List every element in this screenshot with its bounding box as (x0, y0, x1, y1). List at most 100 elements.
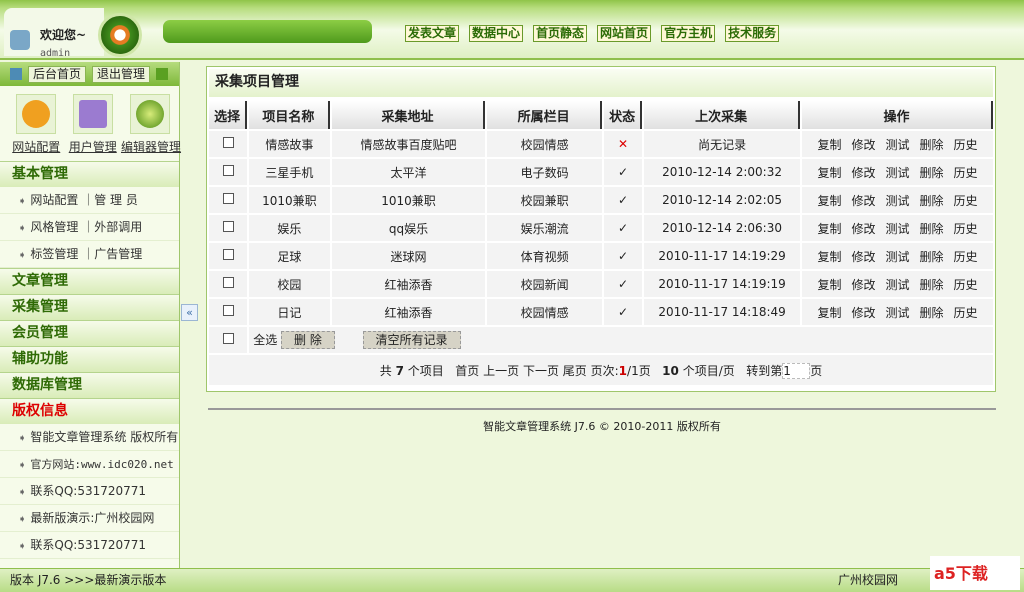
arrow-icon: ➧ (18, 541, 27, 552)
op-link[interactable]: 复制 (817, 222, 841, 236)
user-manage-link[interactable]: 用户管理 (69, 140, 117, 154)
op-link[interactable]: 复制 (817, 194, 841, 208)
nav-site-home[interactable]: 网站首页 (597, 25, 652, 42)
op-link[interactable]: 测试 (885, 250, 909, 264)
admin-home-button[interactable]: 后台首页 (28, 65, 87, 83)
menu-item[interactable]: ➧ 网站配置 ｜管 理 员 (0, 187, 179, 214)
select-all-checkbox[interactable] (222, 333, 234, 344)
op-link[interactable]: 测试 (885, 306, 909, 320)
nav-data-center[interactable]: 数据中心 (469, 25, 524, 42)
op-link[interactable]: 测试 (885, 166, 909, 180)
row-checkbox[interactable] (222, 165, 234, 176)
op-link[interactable]: 删除 (919, 250, 943, 264)
op-link[interactable]: 删除 (919, 278, 943, 292)
top-nav: 发表文章 数据中心 首页静态 网站首页 官方主机 技术服务 (405, 25, 780, 42)
op-link[interactable]: 历史 (954, 166, 978, 180)
section-copyright[interactable]: 版权信息 (0, 398, 179, 424)
delete-button[interactable]: 删 除 (281, 331, 335, 349)
section-collect[interactable]: 采集管理 (0, 294, 179, 320)
version-text[interactable]: 版本 J7.6 >>>最新演示版本 (10, 569, 166, 591)
next-page-link[interactable]: 下一页 (523, 364, 559, 378)
logout-button[interactable]: 退出管理 (92, 65, 151, 83)
last-collect: 2010-11-17 14:19:19 (644, 271, 800, 297)
goto-page-input[interactable]: 1 (782, 362, 811, 379)
op-link[interactable]: 复制 (817, 166, 841, 180)
op-link[interactable]: 修改 (851, 166, 875, 180)
op-link[interactable]: 测试 (885, 194, 909, 208)
user-manage-shortcut[interactable]: 用户管理 (65, 94, 122, 155)
op-link[interactable]: 历史 (954, 138, 978, 152)
help-link[interactable]: 广州校园网 (838, 569, 898, 591)
op-link[interactable]: 历史 (954, 306, 978, 320)
op-link[interactable]: 修改 (851, 250, 875, 264)
op-link[interactable]: 历史 (954, 278, 978, 292)
collect-url: 太平洋 (331, 159, 486, 185)
site-config-shortcut[interactable]: 网站配置 (8, 94, 65, 155)
nav-tech-service[interactable]: 技术服务 (725, 25, 780, 42)
nav-official-host[interactable]: 官方主机 (661, 25, 716, 42)
category: 校园情感 (487, 131, 602, 157)
pager-text: 个项目 (407, 363, 444, 378)
menu-label[interactable]: 标签管理 ｜广告管理 (30, 247, 142, 261)
op-link[interactable]: 删除 (919, 222, 943, 236)
row-checkbox[interactable] (222, 193, 234, 204)
op-link[interactable]: 测试 (885, 138, 909, 152)
op-link[interactable]: 复制 (817, 138, 841, 152)
op-link[interactable]: 复制 (817, 278, 841, 292)
clear-records-button[interactable]: 清空所有记录 (362, 331, 461, 349)
section-database[interactable]: 数据库管理 (0, 372, 179, 398)
op-link[interactable]: 复制 (817, 306, 841, 320)
collapse-sidebar-button[interactable]: « (181, 304, 198, 321)
column-header: 上次采集 (644, 101, 800, 129)
current-page: 1 (618, 363, 628, 378)
info-item: ➧ 智能文章管理系统 版权所有 (0, 424, 179, 451)
op-link[interactable]: 修改 (851, 194, 875, 208)
op-link[interactable]: 修改 (851, 138, 875, 152)
last-page-link[interactable]: 尾页 (563, 364, 587, 378)
editor-manage-shortcut[interactable]: 编辑器管理 (121, 94, 181, 155)
status-icon: ✓ (603, 243, 643, 269)
row-checkbox[interactable] (222, 277, 234, 288)
op-link[interactable]: 测试 (885, 278, 909, 292)
op-link[interactable]: 删除 (919, 306, 943, 320)
menu-label[interactable]: 网站配置 ｜管 理 员 (30, 193, 137, 207)
op-link[interactable]: 删除 (919, 138, 943, 152)
info-item: ➧ 联系QQ:531720771 (0, 532, 179, 559)
clipboard-icon (78, 100, 107, 128)
table-row: 日记 红袖添香 校园情感 ✓ 2010-11-17 14:18:49 复制 修改 测试 删除 历史 (209, 299, 993, 325)
site-config-link[interactable]: 网站配置 (12, 140, 60, 154)
op-link[interactable]: 历史 (954, 194, 978, 208)
op-link[interactable]: 删除 (919, 166, 943, 180)
header: 欢迎您~ admin 发表文章 数据中心 首页静态 网站首页 官方主机 技术服务 (0, 0, 1024, 60)
editor-manage-link[interactable]: 编辑器管理 (121, 140, 181, 154)
op-link[interactable]: 删除 (919, 194, 943, 208)
row-checkbox[interactable] (222, 305, 234, 316)
info-item: ➧ 官方网站:www.idc020.net (0, 451, 179, 478)
first-page-link[interactable]: 首页 (455, 364, 479, 378)
category: 校园兼职 (487, 187, 602, 213)
op-link[interactable]: 修改 (851, 278, 875, 292)
op-link[interactable]: 修改 (851, 222, 875, 236)
logo-icon (98, 13, 142, 57)
prev-page-link[interactable]: 上一页 (483, 364, 519, 378)
op-link[interactable]: 历史 (954, 222, 978, 236)
section-member[interactable]: 会员管理 (0, 320, 179, 346)
nav-post-article[interactable]: 发表文章 (405, 25, 460, 42)
username: admin (40, 48, 71, 59)
down-arrow-icon[interactable] (156, 68, 169, 80)
pager-text: 转到第 (746, 363, 783, 378)
section-aux[interactable]: 辅助功能 (0, 346, 179, 372)
section-article[interactable]: 文章管理 (0, 268, 179, 294)
row-checkbox[interactable] (222, 221, 234, 232)
section-basic[interactable]: 基本管理 (0, 161, 179, 187)
nav-static-home[interactable]: 首页静态 (533, 25, 588, 42)
menu-label[interactable]: 风格管理 ｜外部调用 (30, 220, 142, 234)
menu-item[interactable]: ➧ 标签管理 ｜广告管理 (0, 241, 179, 268)
row-checkbox[interactable] (222, 249, 234, 260)
op-link[interactable]: 复制 (817, 250, 841, 264)
op-link[interactable]: 历史 (954, 250, 978, 264)
op-link[interactable]: 测试 (885, 222, 909, 236)
row-checkbox[interactable] (222, 137, 234, 148)
op-link[interactable]: 修改 (851, 306, 875, 320)
menu-item[interactable]: ➧ 风格管理 ｜外部调用 (0, 214, 179, 241)
